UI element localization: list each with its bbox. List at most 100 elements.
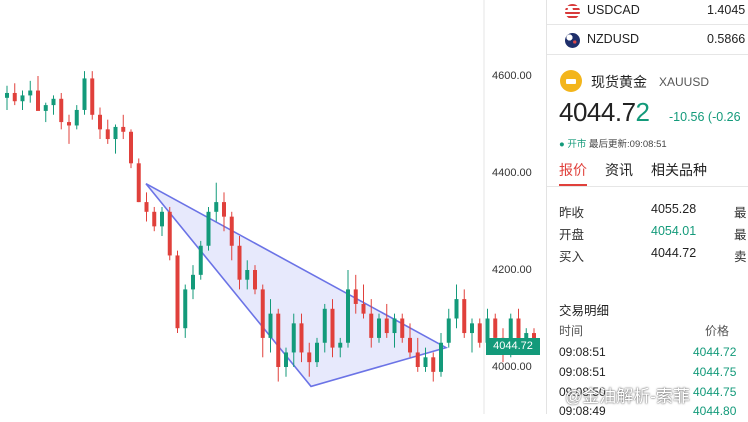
candle-body (5, 92, 9, 98)
candle-body (222, 202, 226, 217)
last-price-digit: 2 (635, 97, 650, 127)
candle-body (477, 323, 482, 343)
candle-body (191, 274, 195, 290)
row-trailing-label: 最 (734, 228, 747, 242)
divider (547, 54, 748, 55)
candle-body (28, 90, 33, 96)
candle (260, 284, 265, 358)
candle-body (284, 352, 288, 367)
candle-body (299, 323, 304, 353)
tab-quote[interactable]: 报价 (559, 160, 587, 180)
candle-body (136, 163, 141, 203)
candle-body (67, 122, 71, 126)
candle (384, 303, 389, 338)
candle (51, 95, 56, 115)
candle (105, 119, 110, 144)
trades-title: 交易明细 (559, 304, 610, 318)
candle (206, 206, 211, 251)
candle-body (36, 90, 40, 111)
candlestick-chart[interactable] (0, 0, 545, 414)
row-label: 昨收 (559, 206, 585, 220)
candle-body (113, 126, 118, 140)
candle-body (43, 105, 48, 111)
ticker-symbol: NZDUSD (587, 32, 640, 46)
tab-related[interactable]: 相关品种 (651, 160, 707, 180)
candle (470, 318, 474, 353)
price-change: -10.56 (-0.26 (669, 110, 741, 124)
candle (136, 158, 141, 203)
candle-body (51, 98, 56, 106)
y-tick-label: 4400.00 (492, 167, 532, 179)
candle-body (377, 318, 381, 338)
candle-body (90, 78, 95, 115)
candle-body (121, 126, 126, 132)
candle-body (369, 313, 374, 338)
candle (36, 76, 40, 111)
updated-label: 最后更新: (589, 139, 630, 150)
candle-body (353, 289, 358, 304)
candle-body (384, 318, 389, 334)
candle (129, 129, 133, 169)
trade-price: 4044.72 (693, 345, 737, 359)
candle-body (245, 270, 250, 280)
tab-news[interactable]: 资讯 (605, 160, 633, 180)
candle (113, 124, 118, 154)
candle (67, 114, 71, 144)
market-open-indicator: ● 开市 (559, 139, 587, 150)
candle (28, 80, 33, 103)
candle-body (152, 211, 157, 227)
candle-body (446, 318, 451, 343)
row-value: 4054.01 (651, 224, 697, 238)
quote-row-open: 开盘 4054.01 最 (559, 224, 748, 242)
trade-price: 4044.75 (693, 385, 737, 399)
row-trailing-label: 卖 (734, 250, 747, 264)
candle (90, 71, 95, 120)
candle-body (160, 211, 164, 227)
candle-body (400, 318, 405, 338)
candle-body (175, 255, 180, 329)
candle (144, 192, 149, 222)
candle (477, 318, 482, 348)
candle (431, 352, 436, 382)
trade-time: 09:08:51 (559, 345, 606, 359)
candle (167, 206, 172, 261)
candle (214, 182, 219, 222)
candle (82, 71, 87, 115)
candle (12, 83, 17, 106)
candle-body (206, 211, 211, 246)
candle-body (423, 357, 428, 367)
candle-body (198, 245, 203, 275)
col-header-price: 价格 (705, 324, 730, 338)
candle-body (214, 202, 219, 212)
candle (160, 206, 164, 237)
candle-body (470, 323, 474, 334)
candle-body (493, 318, 498, 338)
candle-body (20, 95, 25, 102)
candle (20, 90, 25, 110)
candle-body (74, 109, 79, 126)
candle (446, 308, 451, 348)
candle (98, 107, 102, 140)
y-tick-label: 4600.00 (492, 70, 532, 82)
row-label: 开盘 (559, 228, 585, 242)
candle (183, 284, 188, 338)
candle (175, 250, 180, 334)
candle-body (330, 308, 335, 348)
current-price-tag: 4044.72 (486, 338, 540, 355)
candle-body (462, 299, 467, 334)
candle-body (237, 245, 242, 280)
ticker-value: 1.4045 (707, 3, 746, 17)
candle-body (260, 289, 265, 338)
price-chart[interactable]: 4600.00 4400.00 4200.00 4000.00 4044.72 (0, 0, 545, 414)
ticker-nzdusd[interactable]: NZDUSD 0.5866 3 (565, 29, 745, 53)
ticker-usdcad[interactable]: USDCAD 1.4045 3 (565, 0, 745, 24)
candle-body (431, 357, 436, 372)
candle-body (392, 318, 397, 334)
candle (439, 333, 443, 377)
market-status: ● 开市 最后更新:09:08:51 (559, 136, 667, 150)
last-price-main: 4044.7 (559, 97, 636, 127)
candle-body (82, 78, 87, 110)
candle (198, 240, 203, 280)
candle (5, 85, 9, 110)
row-trailing-label: 最 (734, 206, 747, 220)
